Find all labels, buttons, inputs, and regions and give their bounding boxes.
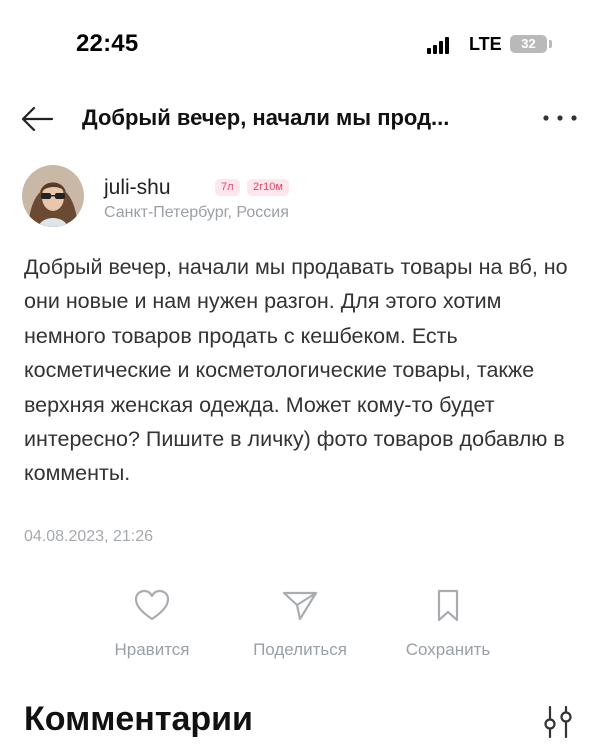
- send-icon: [282, 591, 318, 621]
- avatar[interactable]: [22, 165, 84, 227]
- post-date: 04.08.2023, 21:26: [24, 528, 154, 545]
- post-actions: Нравится Поделиться Сохранить: [0, 585, 600, 665]
- network-label: LTE: [469, 34, 502, 54]
- post-text: Добрый вечер, начали мы продавать товары…: [24, 255, 568, 486]
- like-button[interactable]: Нравится: [92, 585, 212, 665]
- battery-cap: [549, 40, 552, 48]
- battery-icon: 32: [510, 35, 547, 53]
- author-badge: 2г10м: [247, 179, 289, 196]
- signal-icon: [427, 37, 455, 54]
- status-time: 22:45: [76, 30, 139, 57]
- comments-heading: Комментарии: [24, 700, 253, 738]
- avatar-image: [22, 165, 84, 227]
- status-bar: 22:45 LTE 32: [0, 0, 600, 90]
- author-block: juli-shu 7л 2г10м Санкт-Петербург, Росси…: [22, 165, 582, 235]
- bookmark-icon: [437, 589, 459, 622]
- back-button[interactable]: [20, 105, 54, 133]
- author-badge: 7л: [215, 179, 240, 196]
- like-label: Нравится: [114, 640, 190, 659]
- more-dots-icon: [543, 115, 577, 121]
- save-button[interactable]: Сохранить: [388, 585, 508, 665]
- share-label: Поделиться: [253, 640, 347, 659]
- author-location: Санкт-Петербург, Россия: [104, 204, 289, 221]
- filter-icon: [544, 705, 572, 739]
- share-button[interactable]: Поделиться: [240, 585, 360, 665]
- author-name[interactable]: juli-shu: [104, 176, 171, 200]
- more-button[interactable]: [540, 110, 580, 126]
- save-label: Сохранить: [405, 640, 491, 659]
- top-bar: Добрый вечер, начали мы прод...: [0, 95, 600, 143]
- arrow-left-icon: [21, 106, 54, 132]
- filter-button[interactable]: [540, 705, 576, 739]
- page-title: Добрый вечер, начали мы прод...: [82, 105, 450, 130]
- heart-icon: [134, 589, 170, 621]
- post-page: 22:45 LTE 32 Добрый вечер, начали мы про…: [0, 0, 600, 747]
